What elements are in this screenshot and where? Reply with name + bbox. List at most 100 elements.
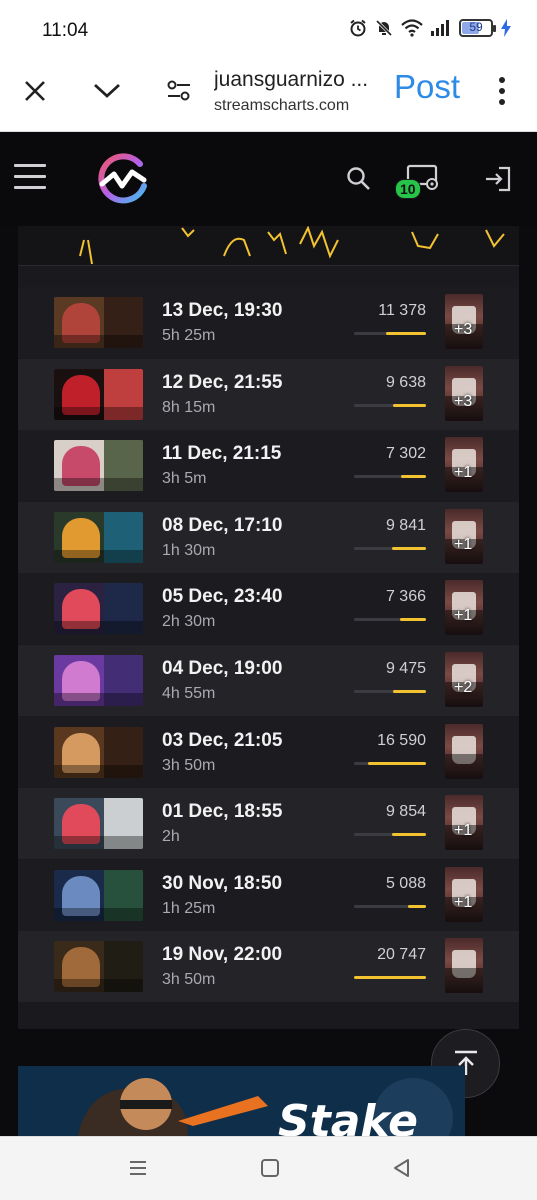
status-icons: 59 — [349, 19, 511, 37]
viewer-bar — [354, 332, 426, 335]
battery-cap — [493, 25, 496, 32]
stream-date: 05 Dec, 23:40 — [162, 586, 283, 608]
viewer-bar-fill — [392, 690, 426, 693]
stream-avg-viewers: 9 638 — [385, 373, 426, 391]
stream-thumbnail[interactable] — [54, 511, 143, 563]
stream-avg-viewers: 20 747 — [377, 946, 426, 964]
stream-avg-viewers: 7 302 — [385, 445, 426, 463]
stream-avg-viewers: 11 378 — [378, 302, 426, 319]
viewer-bar-fill — [408, 904, 426, 908]
stream-duration: 1h 30m — [162, 541, 216, 559]
game-avatar[interactable] — [445, 723, 483, 779]
stream-row[interactable]: 01 Dec, 18:55 2h 9 854 +1 — [18, 788, 519, 860]
charging-bolt-icon — [501, 19, 511, 37]
stream-row[interactable]: 11 Dec, 21:15 3h 5m 7 302 +1 — [18, 430, 519, 502]
stream-duration: 2h 30m — [162, 613, 216, 631]
more-categories-count: +1 — [454, 822, 473, 840]
viewer-bar-fill — [386, 332, 426, 335]
stream-date: 11 Dec, 21:15 — [162, 443, 282, 465]
page-settings-icon[interactable] — [166, 78, 192, 104]
stream-duration: 1h 25m — [162, 899, 216, 917]
stream-row[interactable]: 05 Dec, 23:40 2h 30m 7 366 +1 — [18, 573, 519, 645]
chart-strip — [18, 226, 519, 266]
login-icon[interactable] — [484, 166, 512, 192]
viewer-bar-fill — [354, 976, 426, 980]
more-categories-count: +1 — [454, 893, 473, 911]
stream-duration: 5h 25m — [162, 327, 216, 344]
stream-date: 13 Dec, 19:30 — [162, 300, 283, 321]
stream-row[interactable]: 30 Nov, 18:50 1h 25m 5 088 +1 — [18, 859, 519, 931]
wifi-icon — [401, 19, 423, 37]
back-icon[interactable] — [391, 1157, 413, 1179]
ad-banner[interactable]: Stake — [18, 1066, 465, 1136]
more-categories-count: +1 — [454, 464, 473, 482]
stream-thumbnail[interactable] — [54, 440, 143, 492]
stream-date: 01 Dec, 18:55 — [162, 801, 283, 823]
stream-thumbnail[interactable] — [54, 583, 143, 635]
more-vert-icon[interactable] — [497, 76, 507, 106]
viewer-bar — [354, 904, 426, 908]
tab-host: streamscharts.com — [214, 97, 350, 114]
stream-duration: 3h 50m — [162, 756, 216, 774]
more-categories-count: +1 — [454, 535, 473, 553]
status-time: 11:04 — [42, 20, 89, 41]
stream-avg-viewers: 16 590 — [377, 731, 426, 749]
game-avatar[interactable] — [445, 938, 483, 994]
chevron-down-icon[interactable] — [93, 82, 121, 100]
stream-date: 19 Nov, 22:00 — [162, 944, 283, 966]
site-header: 10 — [0, 132, 537, 226]
stream-duration: 4h 55m — [162, 685, 216, 702]
stream-thumbnail[interactable] — [54, 297, 143, 348]
viewer-bar — [354, 833, 426, 837]
post-button[interactable]: Post — [394, 68, 460, 106]
stream-thumbnail[interactable] — [54, 368, 143, 420]
stream-row[interactable]: 03 Dec, 21:05 3h 50m 16 590 — [18, 716, 519, 788]
stream-row[interactable]: 13 Dec, 19:30 5h 25m 11 378 +3 — [18, 287, 519, 358]
stream-avg-viewers: 7 366 — [385, 588, 426, 606]
viewer-bar-fill — [392, 403, 426, 407]
home-icon[interactable] — [259, 1157, 281, 1179]
battery-indicator: 59 — [459, 19, 496, 37]
viewer-bar-fill — [392, 546, 426, 550]
viewer-bar — [354, 546, 426, 550]
stream-thumbnail[interactable] — [54, 941, 143, 993]
viewer-bar-fill — [368, 761, 426, 765]
viewer-bar-fill — [400, 618, 426, 622]
viewer-bar-fill — [392, 833, 426, 837]
stream-row[interactable]: 08 Dec, 17:10 1h 30m 9 841 +1 — [18, 501, 519, 573]
status-bar: 11:04 59 — [0, 0, 537, 60]
streamscharts-logo[interactable] — [92, 150, 152, 210]
stream-row[interactable]: 04 Dec, 19:00 4h 55m 9 475 +2 — [18, 645, 519, 716]
more-categories-count: +3 — [454, 321, 473, 338]
stream-thumbnail[interactable] — [54, 798, 143, 850]
viewer-chart-fragment — [79, 226, 505, 265]
battery-level: 59 — [469, 20, 483, 34]
browser-toolbar: juansguarnizo ... streamscharts.com Post — [0, 60, 537, 132]
search-icon[interactable] — [346, 166, 372, 192]
streams-count-badge: 10 — [395, 179, 421, 199]
ad-brand-text: Stake — [278, 1096, 418, 1136]
page-content[interactable]: 13 Dec, 19:30 5h 25m 11 378 +3 12 Dec, 2… — [0, 226, 537, 1136]
tab-title: juansguarnizo ... — [214, 68, 369, 91]
more-categories-count: +1 — [454, 607, 473, 625]
hamburger-menu-icon[interactable] — [14, 164, 46, 190]
stream-thumbnail[interactable] — [54, 869, 143, 921]
stream-thumbnail[interactable] — [54, 655, 143, 706]
alarm-icon — [350, 19, 366, 37]
stream-avg-viewers: 9 854 — [385, 803, 426, 821]
stream-avg-viewers: 9 841 — [385, 516, 426, 534]
stream-avg-viewers: 5 088 — [385, 874, 426, 892]
viewer-bar — [354, 618, 426, 622]
stream-date: 12 Dec, 21:55 — [162, 371, 283, 393]
stream-row[interactable]: 19 Nov, 22:00 3h 50m 20 747 — [18, 931, 519, 1003]
stream-thumbnail[interactable] — [54, 726, 143, 778]
stream-date: 08 Dec, 17:10 — [162, 514, 283, 536]
more-categories-count: +2 — [454, 679, 473, 696]
system-nav-bar — [0, 1136, 537, 1200]
stream-row[interactable]: 12 Dec, 21:55 8h 15m 9 638 +3 — [18, 358, 519, 430]
recent-apps-icon[interactable] — [127, 1157, 149, 1179]
viewer-bar — [354, 475, 426, 479]
stream-duration: 8h 15m — [162, 398, 216, 416]
stream-date: 03 Dec, 21:05 — [162, 729, 283, 751]
close-icon[interactable] — [24, 80, 46, 102]
